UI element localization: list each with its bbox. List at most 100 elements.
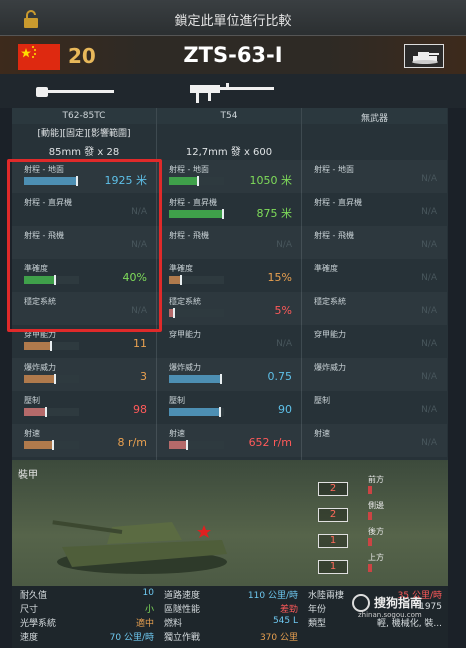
stat-value: N/A [421,438,437,448]
stat-label: 射程 - 直昇機 [314,198,362,207]
stat-bar-tip [180,275,182,285]
stat-bar-tip [52,440,54,450]
size-value: 小 [144,605,154,615]
stat-value: 15% [267,271,292,284]
stat-label: 壓制 [314,396,330,405]
road-speed-value: 110 公里/時 [247,591,298,601]
stat-row: 射程 - 地面 1050 米 [157,160,302,193]
stat-row: 準確度 15% [157,259,302,292]
stat-bar-tip [197,176,199,186]
stat-bar-tip [220,374,222,384]
stat-bar-tip [45,407,47,417]
stat-label: 射程 - 地面 [169,165,209,174]
stat-row: 射程 - 飛機 N/A [302,226,447,259]
stat-value: N/A [421,405,437,415]
optics-label: 光學系統 [20,619,57,629]
stat-bar-tip [186,440,188,450]
terrain-value: 差勁 [279,605,298,615]
armor-front-label: 前方 [368,475,384,484]
stat-value: N/A [421,207,437,217]
stat-label: 射速 [169,429,185,438]
stat-row: 穩定系統 5% [157,292,302,325]
stat-row: 壓制 90 [157,391,302,424]
stat-row: 穩定系統 N/A [302,292,447,325]
weapon-tags [302,124,447,140]
stat-label: 壓制 [24,396,40,405]
stat-bar-fill [24,342,50,350]
stat-bar-tip [54,374,56,384]
stat-value: 90 [278,403,292,416]
armor-front-bar [368,486,372,494]
armor-top-bar [368,564,372,572]
lock-compare-title: 鎖定此單位進行比較 [174,14,292,29]
watermark: 搜狗指南 zhinan.sogou.com [352,592,448,620]
terrain-label: 區隧性能 [164,605,201,615]
stat-value: N/A [421,174,437,184]
stat-value: N/A [421,372,437,382]
optics-value: 適中 [135,619,154,629]
stat-bar-fill [169,276,180,284]
stat-value: N/A [276,339,292,349]
weapon-name[interactable]: T54 [157,108,301,124]
stat-row: 爆炸威力 3 [12,358,157,391]
stat-value: 1050 米 [249,174,293,187]
autonomy-value: 370 公里 [259,633,298,643]
stat-row: 穿甲能力 N/A [157,325,302,358]
stat-row: 爆炸威力 N/A [302,358,447,391]
stat-row: 準確度 N/A [302,259,447,292]
stat-bar-fill [169,375,220,383]
stat-bar-tip [50,341,52,351]
autonomy-label: 獨立作戰 [164,633,201,643]
stat-bar-fill [169,177,197,185]
weapon-ammo: 12,7mm 發 x 600 [185,147,273,158]
stat-label: 準確度 [169,264,193,273]
stat-label: 射程 - 直昇機 [169,198,217,207]
weapon-column-2: T54 12,7mm 發 x 600 射程 - 地面 1050 米射程 - 直昇機… [157,108,302,460]
machine-gun-icon [190,83,274,103]
stat-label: 射程 - 地面 [314,165,354,174]
stat-value: N/A [421,339,437,349]
stat-value: 5% [274,304,292,317]
stat-row: 壓制 N/A [302,391,447,424]
stat-label: 穿甲能力 [314,330,346,339]
stat-value: 652 r/m [248,436,292,449]
tank-image [52,520,227,574]
stat-bar-fill [24,408,45,416]
fuel-value: 545 L [272,616,298,626]
weapon-icons-row [0,74,466,108]
durability-label: 耐久值 [20,591,48,601]
compare-lock-bar[interactable]: 鎖定此單位進行比較 [0,0,466,36]
stat-value: N/A [421,273,437,283]
tank-icon [404,44,444,68]
stat-value: 11 [133,337,147,350]
armor-title: 裝甲 [18,470,38,481]
stat-label: 爆炸威力 [24,363,56,372]
category-label: 類型 [308,619,327,629]
stat-row: 射速 N/A [302,424,447,457]
armor-side-label: 側邊 [368,501,384,510]
road-speed-label: 道路速度 [164,591,201,601]
weapon-ammo: 85mm 發 x 28 [48,147,120,158]
stat-value: 98 [133,403,147,416]
armor-side-bar [368,512,372,520]
stat-row: 射速 8 r/m [12,424,157,457]
stat-value: N/A [421,306,437,316]
weapon-name[interactable]: T62-85TC [12,108,156,124]
weapon-column-3: 無武器 射程 - 地面 N/A 射程 - 直昇機 N/A 射程 - 飛機 N/A 準確度 N/… [302,108,447,460]
stat-label: 射程 - 飛機 [169,231,209,240]
stat-row: 射速 652 r/m [157,424,302,457]
stat-label: 射速 [314,429,330,438]
armor-rear-bar [368,538,372,546]
speed-label: 速度 [20,633,39,643]
weapon-tags: [動能][固定][影響範圍] [37,129,131,139]
stat-bar-fill [169,408,219,416]
stat-row: 射程 - 地面 N/A [302,160,447,193]
size-label: 尺寸 [20,605,39,615]
stat-row: 射程 - 直昇機 N/A [302,193,447,226]
cannon-icon [36,87,114,97]
weapon-name[interactable]: 無武器 [302,108,447,124]
year-label: 年份 [308,605,327,615]
stat-label: 射程 - 飛機 [314,231,354,240]
unit-name: ZTS-63-I [183,43,283,67]
stat-value: 875 米 [256,207,293,220]
